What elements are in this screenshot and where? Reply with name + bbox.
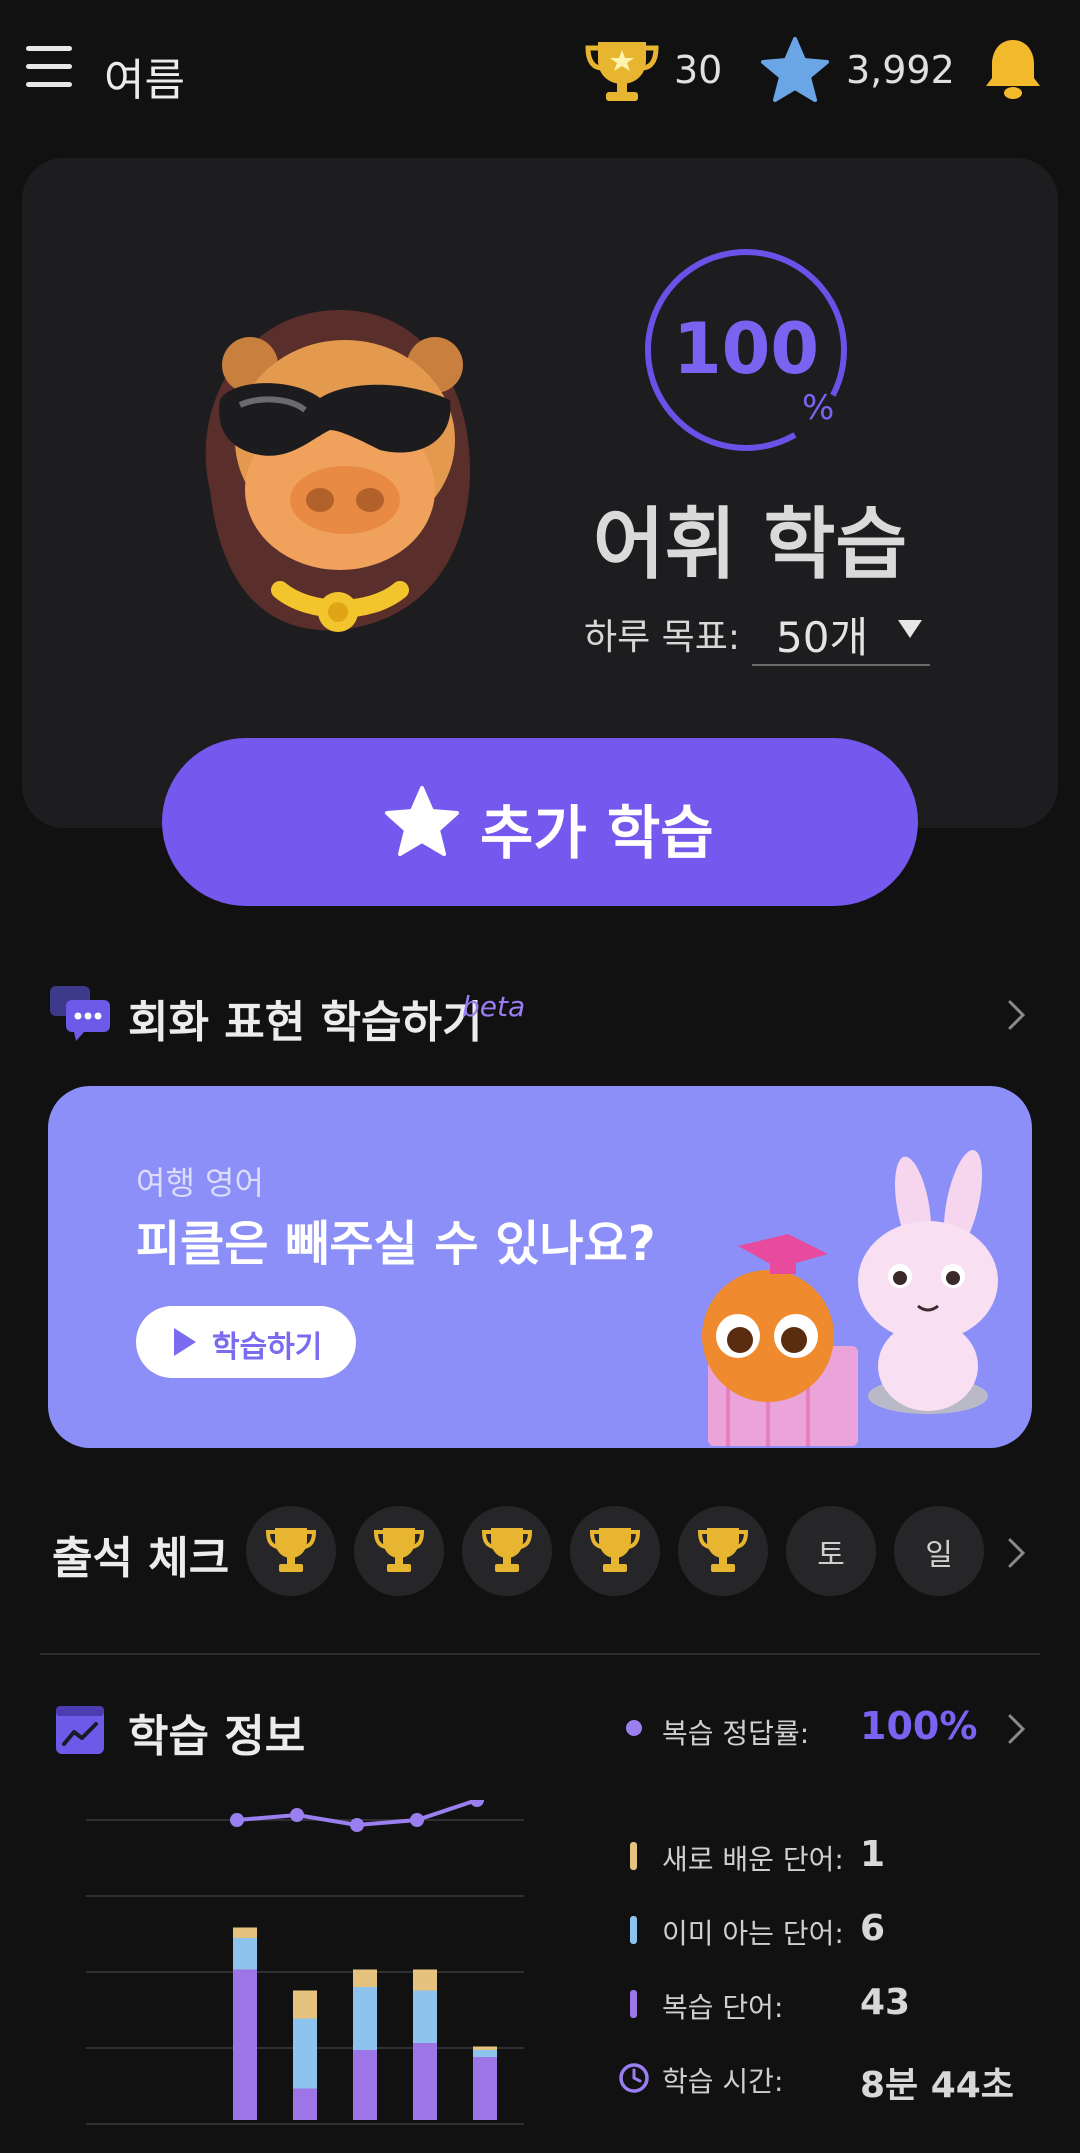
bar-segment bbox=[233, 1969, 257, 2120]
new-words-value: 1 bbox=[860, 1834, 886, 1875]
chevron-right-icon[interactable] bbox=[1004, 998, 1028, 1032]
top-bar: 여름 30 3,992 bbox=[0, 0, 1080, 140]
attendance-day-pending: 일 bbox=[894, 1506, 984, 1596]
daily-goal-value: 50개 bbox=[776, 613, 869, 662]
study-time-value: 8분 44초 bbox=[860, 2065, 1014, 2106]
trophy-icon bbox=[481, 1528, 533, 1572]
bar-segment bbox=[353, 1969, 377, 1987]
review-words-legend-bar bbox=[630, 1990, 637, 2018]
bar-segment bbox=[233, 1927, 257, 1938]
bar-segment bbox=[473, 2057, 497, 2120]
accuracy-point bbox=[290, 1808, 304, 1822]
conversation-lesson-card[interactable]: 여행 영어 피클은 빼주실 수 있나요? 학습하기 bbox=[48, 1086, 1032, 1448]
bar-segment bbox=[413, 2043, 437, 2120]
daily-goal-select[interactable]: 50개 bbox=[752, 598, 930, 666]
attendance-day-label: 토 bbox=[817, 1538, 845, 1573]
lesson-phrase: 피클은 빼주실 수 있나요? bbox=[136, 1216, 656, 1272]
start-lesson-label: 학습하기 bbox=[212, 1330, 323, 1365]
bar-segment bbox=[413, 1969, 437, 1991]
lesson-category: 여행 영어 bbox=[136, 1164, 264, 1202]
learning-chart bbox=[86, 1800, 524, 2125]
accuracy-label: 복습 정답률: bbox=[662, 1717, 810, 1750]
attendance-day-complete bbox=[246, 1506, 336, 1596]
daily-goal-label: 하루 목표: bbox=[584, 617, 741, 658]
extra-study-button[interactable]: 추가 학습 bbox=[162, 738, 918, 906]
caret-down-icon bbox=[898, 620, 922, 638]
attendance-day-complete bbox=[354, 1506, 444, 1596]
star-count: 3,992 bbox=[846, 48, 955, 92]
chevron-right-icon[interactable] bbox=[1004, 1712, 1028, 1746]
chart-icon bbox=[56, 1706, 104, 1754]
known-words-legend-bar bbox=[630, 1916, 637, 1944]
progress-value: 100 bbox=[672, 308, 820, 390]
extra-study-label: 추가 학습 bbox=[480, 799, 714, 867]
trophy-icon bbox=[373, 1528, 425, 1572]
study-time-label: 학습 시간: bbox=[662, 2065, 784, 2098]
accuracy-point bbox=[470, 1800, 484, 1807]
attendance-day-label: 일 bbox=[925, 1538, 953, 1573]
attendance-day-complete bbox=[570, 1506, 660, 1596]
trophy-icon bbox=[589, 1528, 641, 1572]
accuracy-point bbox=[410, 1813, 424, 1827]
trophy-icon[interactable] bbox=[584, 38, 660, 104]
chevron-right-icon[interactable] bbox=[1004, 1536, 1028, 1570]
accuracy-value: 100% bbox=[860, 1704, 978, 1748]
accuracy-point bbox=[230, 1813, 244, 1827]
accuracy-legend-dot bbox=[626, 1720, 642, 1736]
known-words-label: 이미 아는 단어: bbox=[662, 1917, 844, 1950]
start-lesson-button[interactable]: 학습하기 bbox=[136, 1306, 356, 1378]
beta-badge: beta bbox=[462, 990, 526, 1023]
conversation-section-title[interactable]: 회화 표현 학습하기 bbox=[128, 986, 482, 1050]
bar-segment bbox=[413, 1990, 437, 2043]
review-words-label: 복습 단어: bbox=[662, 1991, 784, 2024]
menu-icon[interactable] bbox=[26, 46, 72, 90]
bar-segment bbox=[233, 1938, 257, 1970]
play-icon bbox=[174, 1328, 196, 1356]
bar-segment bbox=[473, 2050, 497, 2057]
trophy-icon bbox=[697, 1528, 749, 1572]
rabbit-and-cart-illustration bbox=[702, 1150, 998, 1446]
bar-segment bbox=[293, 1990, 317, 2019]
bar-segment bbox=[293, 2088, 317, 2120]
new-words-legend-bar bbox=[630, 1842, 637, 1870]
star-icon[interactable] bbox=[760, 36, 830, 104]
clock-icon bbox=[619, 2063, 649, 2093]
star-icon bbox=[385, 786, 459, 856]
learning-info-title: 학습 정보 bbox=[128, 1711, 306, 1762]
bar-segment bbox=[293, 2018, 317, 2089]
attendance-title: 출석 체크 bbox=[52, 1533, 230, 1584]
new-words-label: 새로 배운 단어: bbox=[662, 1843, 844, 1876]
bar-segment bbox=[353, 1987, 377, 2050]
trophy-count: 30 bbox=[674, 48, 723, 92]
chat-bubbles-icon bbox=[50, 986, 110, 1041]
attendance-day-pending: 토 bbox=[786, 1506, 876, 1596]
progress-unit: % bbox=[802, 388, 835, 428]
divider bbox=[40, 1653, 1040, 1655]
bar-segment bbox=[473, 2046, 497, 2050]
bar-segment bbox=[353, 2050, 377, 2120]
attendance-day-complete bbox=[678, 1506, 768, 1596]
trophy-icon bbox=[265, 1528, 317, 1572]
username: 여름 bbox=[104, 55, 185, 106]
attendance-day-complete bbox=[462, 1506, 552, 1596]
bell-icon[interactable] bbox=[982, 36, 1044, 102]
accuracy-point bbox=[350, 1818, 364, 1832]
review-words-value: 43 bbox=[860, 1982, 911, 2023]
page-title: 어휘 학습 bbox=[592, 500, 908, 590]
gorilla-mascot-image bbox=[205, 310, 470, 632]
known-words-value: 6 bbox=[860, 1908, 886, 1949]
